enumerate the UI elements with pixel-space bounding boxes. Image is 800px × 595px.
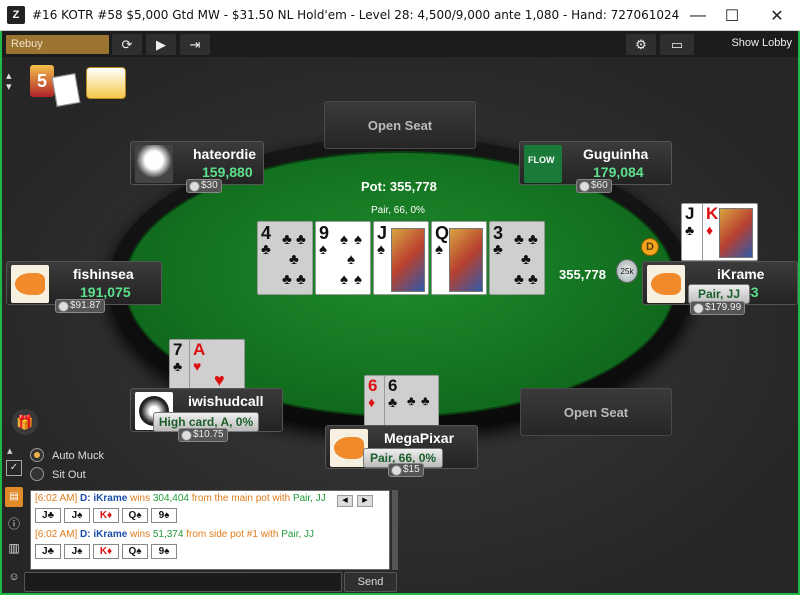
fish-icon: [15, 273, 45, 295]
send-button[interactable]: Send: [344, 572, 397, 592]
rebuy-button[interactable]: Rebuy: [6, 35, 109, 54]
refresh-icon[interactable]: ⟳: [112, 34, 142, 55]
checkbox-icon[interactable]: ✓: [6, 460, 22, 476]
bet-amount: $15: [388, 463, 424, 477]
chat-input[interactable]: [24, 572, 342, 592]
pot-label: Pot: 355,778: [361, 179, 437, 194]
avatar: [11, 265, 49, 303]
window-titlebar: Z #16 KOTR #58 $5,000 Gtd MW - $31.50 NL…: [0, 0, 800, 31]
board-card: 4 ♣ ♣ ♣ ♣ ♣ ♣: [257, 221, 313, 295]
emoji-icon[interactable]: ☺: [5, 571, 23, 589]
gift-icon[interactable]: 🎁: [12, 409, 38, 435]
face-card-art: [449, 228, 483, 292]
show-lobby-button[interactable]: Show Lobby: [731, 37, 792, 49]
sit-out-radio[interactable]: [30, 467, 44, 481]
collapse-arrows-icon[interactable]: ▴ ▾: [6, 71, 12, 93]
bet-amount: $179.99: [690, 301, 746, 315]
chat-cards-row: J♣ J♠ K♦ Q♠ 9♠: [35, 544, 180, 559]
expand-up-icon[interactable]: ▴: [7, 446, 13, 457]
sit-out-label: Sit Out: [52, 469, 86, 481]
window-title: #16 KOTR #58 $5,000 Gtd MW - $31.50 NL H…: [32, 8, 680, 22]
dealer-button: D: [641, 238, 659, 256]
hole-card: A ♥ ♥: [189, 339, 245, 395]
player-name: Guguinha: [583, 146, 649, 162]
avatar: [135, 145, 173, 183]
hand-description: Pair, 66, 0%: [371, 205, 425, 216]
chip-stack-icon: 25k: [616, 259, 638, 283]
bet-amount: $91.87: [55, 299, 105, 313]
chat-cards-row: J♣ J♠ K♦ Q♠ 9♠: [35, 508, 180, 523]
auto-muck-label: Auto Muck: [52, 450, 104, 462]
trophy-cards-icon: [86, 67, 126, 99]
chat-scrollbar[interactable]: [392, 490, 398, 570]
exit-icon[interactable]: ⇥: [180, 34, 210, 55]
info-icon[interactable]: ⓘ: [5, 515, 23, 533]
play-icon[interactable]: ▶: [146, 34, 176, 55]
chat-message: [6:02 AM] D: iKrame wins 51,374 from sid…: [35, 529, 315, 540]
player-name: MegaPixar: [384, 430, 455, 446]
fish-icon: [651, 273, 681, 295]
side-pot-amount: 355,778: [559, 267, 606, 282]
player-stack: 191,075: [80, 284, 131, 300]
hole-card: K ♦: [702, 203, 758, 261]
bet-amount: $60: [576, 179, 612, 193]
player-stack: 179,084: [593, 164, 644, 180]
avatar: [647, 265, 685, 303]
open-seat-right[interactable]: Open Seat: [520, 388, 672, 436]
close-button[interactable]: ✕: [757, 0, 797, 31]
gear-icon[interactable]: ⚙: [626, 34, 656, 55]
poker-table-window: Rebuy ⟳ ▶ ⇥ ⚙ ▭ Show Lobby ▴ ▾ 5 🎁 Open S…: [0, 31, 800, 595]
fish-icon: [334, 437, 364, 459]
cards-badge-icon: [51, 73, 81, 107]
hole-card: 6 ♣ ♣ ♣: [384, 375, 439, 431]
app-logo-icon: Z: [7, 6, 25, 24]
board-card: 3 ♣ ♣ ♣ ♣ ♣ ♣: [489, 221, 545, 295]
bet-amount: $30: [186, 179, 222, 193]
tournament-badge-icon: 5: [30, 65, 54, 97]
layout-icon[interactable]: ▭: [660, 34, 694, 55]
eagle-icon: [135, 145, 173, 183]
player-stack: 159,880: [202, 164, 253, 180]
face-card-art: [391, 228, 425, 292]
player-name: fishinsea: [73, 266, 134, 282]
maximize-button[interactable]: ☐: [712, 0, 752, 31]
chat-tab-icon[interactable]: ▤: [5, 487, 23, 507]
open-seat-top[interactable]: Open Seat: [324, 101, 476, 149]
player-name: iKrame: [717, 266, 765, 282]
bet-amount: $10.75: [178, 428, 228, 442]
table-toolbar: Rebuy ⟳ ▶ ⇥ ⚙ ▭ Show Lobby: [2, 31, 798, 57]
stats-icon[interactable]: ▥: [5, 541, 23, 559]
chat-next-button[interactable]: ▶: [357, 495, 373, 507]
board-card: 9 ♠ ♠ ♠ ♠ ♠ ♠: [315, 221, 371, 295]
player-name: iwishudcall: [188, 393, 264, 409]
chat-log: [6:02 AM] D: iKrame wins 304,404 from th…: [30, 490, 390, 570]
board-card: Q ♠: [431, 221, 487, 295]
chat-message: [6:02 AM] D: iKrame wins 304,404 from th…: [35, 493, 326, 504]
king-face-art: [719, 208, 753, 258]
flow-logo-icon: FLOW: [528, 155, 555, 165]
player-name: hateordie: [193, 146, 257, 162]
auto-muck-radio[interactable]: [30, 448, 44, 462]
avatar: FLOW: [524, 145, 562, 183]
board-card: J ♠: [373, 221, 429, 295]
chat-prev-button[interactable]: ◀: [337, 495, 353, 507]
